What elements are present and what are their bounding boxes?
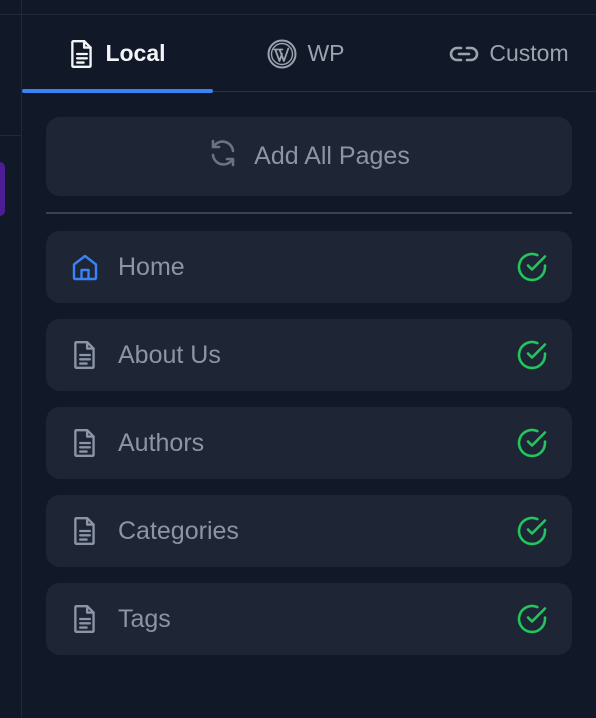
page-label: Authors (118, 428, 205, 457)
tab-custom[interactable]: Custom (422, 15, 596, 92)
tab-label: Local (105, 40, 166, 66)
page-item-authors[interactable]: Authors (46, 407, 572, 479)
document-icon (70, 340, 100, 370)
page-label: Tags (118, 604, 171, 633)
tab-label: Custom (489, 40, 569, 66)
app-root: Local WP Custom Add All Pages Home About… (0, 0, 596, 718)
page-item-home[interactable]: Home (46, 231, 572, 303)
selection-accent (0, 162, 5, 216)
page-label: About Us (118, 340, 221, 369)
tab-wp[interactable]: WP (236, 15, 376, 92)
pages-panel: Local WP Custom Add All Pages Home About… (22, 0, 596, 718)
check-circle-icon (516, 427, 548, 459)
tab-label: WP (307, 40, 345, 66)
check-circle-icon (516, 603, 548, 635)
add-all-pages-button[interactable]: Add All Pages (46, 117, 572, 196)
check-circle-icon (516, 515, 548, 547)
document-icon (70, 428, 100, 458)
divider (0, 135, 22, 136)
document-icon (70, 604, 100, 634)
page-item-categories[interactable]: Categories (46, 495, 572, 567)
refresh-icon (208, 138, 238, 175)
page-label: Home (118, 252, 185, 281)
active-tab-indicator (22, 89, 213, 93)
wordpress-icon (267, 39, 297, 69)
document-icon (70, 516, 100, 546)
tab-local[interactable]: Local (22, 15, 213, 93)
page-label: Categories (118, 516, 239, 545)
adjacent-panel-edge (0, 0, 22, 718)
page-item-about-us[interactable]: About Us (46, 319, 572, 391)
add-all-label: Add All Pages (254, 142, 410, 170)
section-divider (46, 212, 572, 214)
document-icon (69, 39, 95, 69)
check-circle-icon (516, 339, 548, 371)
home-icon (70, 252, 100, 282)
page-item-tags[interactable]: Tags (46, 583, 572, 655)
link-icon (449, 43, 479, 65)
source-tabs: Local WP Custom (22, 15, 596, 93)
check-circle-icon (516, 251, 548, 283)
divider (0, 14, 22, 15)
